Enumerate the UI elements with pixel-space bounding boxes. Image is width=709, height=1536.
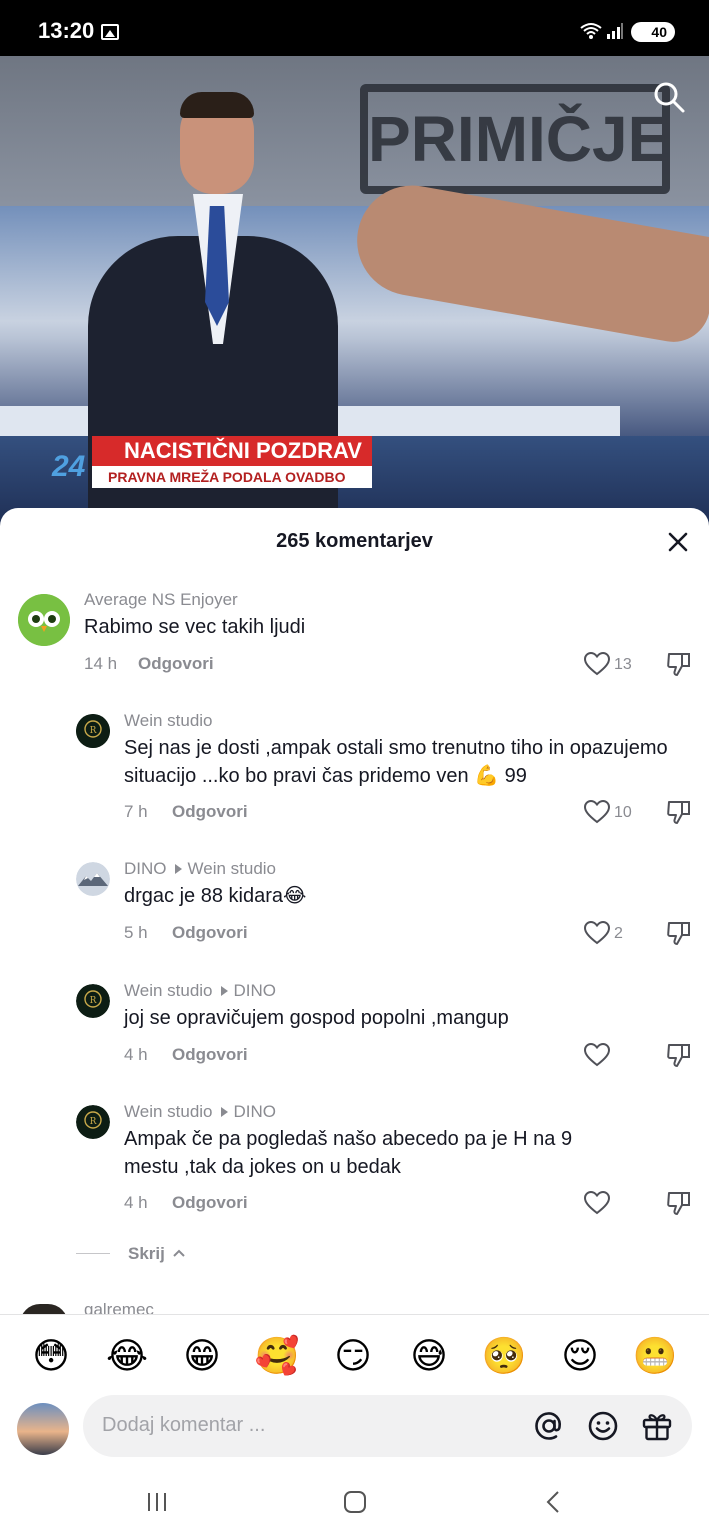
- signal-icon: [607, 23, 623, 39]
- emoji-button[interactable]: 😬: [632, 1333, 678, 1379]
- comment-username[interactable]: Average NS Enjoyer: [84, 590, 238, 610]
- heart-icon[interactable]: [584, 921, 610, 945]
- comment-text: Ampak če pa pogledaš našo abecedo pa je …: [124, 1128, 573, 1178]
- status-time: 13:20: [38, 18, 95, 43]
- comment-time: 5 h: [124, 923, 148, 942]
- comment-time: 4 h: [124, 1193, 148, 1212]
- comments-count-title: 265 komentarjev: [276, 530, 433, 552]
- comment-text: joj se opravičujem gospod popolni ,mangu…: [124, 1007, 509, 1029]
- comment-author[interactable]: Wein studio: [124, 1102, 213, 1121]
- comment-time: 14 h: [84, 654, 118, 673]
- dislike-icon[interactable]: [666, 1042, 692, 1068]
- comment-username[interactable]: Wein studio DINO: [124, 981, 276, 1001]
- dislike-icon[interactable]: [666, 799, 692, 825]
- dislike-icon[interactable]: [666, 1190, 692, 1216]
- emoji-button[interactable]: 😁: [179, 1333, 225, 1379]
- recent-apps-icon[interactable]: [143, 1488, 171, 1516]
- hide-replies-divider: [76, 1253, 110, 1254]
- comment-author[interactable]: DINO: [124, 859, 167, 878]
- svg-text:R: R: [90, 726, 97, 736]
- studio-logo: PRIMIČJE: [360, 84, 670, 194]
- svg-text:R: R: [90, 996, 97, 1006]
- avatar[interactable]: [76, 862, 110, 896]
- home-icon[interactable]: [341, 1488, 369, 1516]
- comment-input-placeholder: Dodaj komentar ...: [102, 1414, 266, 1436]
- mention-icon[interactable]: [532, 1409, 566, 1443]
- reply-target[interactable]: DINO: [234, 1102, 277, 1121]
- reply-target[interactable]: Wein studio: [188, 859, 277, 878]
- reply-button[interactable]: Odgovori: [172, 1193, 248, 1213]
- avatar[interactable]: [18, 594, 70, 646]
- emoji-button[interactable]: 😂: [104, 1333, 150, 1379]
- gallery-notification-icon: [101, 24, 119, 40]
- emoji-picker-icon[interactable]: [586, 1409, 620, 1443]
- emoji-button[interactable]: 😏: [330, 1333, 376, 1379]
- comment-text: Sej nas je dosti ,ampak ostali smo trenu…: [124, 737, 668, 787]
- comment-author[interactable]: Wein studio: [124, 981, 213, 1000]
- comment-input[interactable]: Dodaj komentar ...: [83, 1395, 692, 1457]
- reply-button[interactable]: Odgovori: [172, 802, 248, 822]
- news-subheadline: PRAVNA MREŽA PODALA OVADBO: [92, 466, 372, 488]
- video-player[interactable]: PRIMIČJE 24 NACISTIČNI POZDRAV PRAVNA MR…: [0, 56, 709, 526]
- reply-arrow-icon: [220, 1107, 228, 1118]
- close-icon[interactable]: [664, 528, 692, 556]
- search-icon[interactable]: [652, 80, 686, 114]
- reply-button[interactable]: Odgovori: [172, 923, 248, 943]
- emoji-button[interactable]: 🥺: [481, 1333, 527, 1379]
- my-avatar[interactable]: [17, 1403, 69, 1455]
- reply-target[interactable]: DINO: [234, 981, 277, 1000]
- status-bar: 13:20 40: [0, 0, 709, 60]
- heart-icon[interactable]: [584, 800, 610, 824]
- comment-time: 7 h: [124, 802, 148, 821]
- comment-text: Rabimo se vec takih ljudi: [84, 616, 306, 638]
- emoji-button[interactable]: 😳: [28, 1333, 74, 1379]
- comment-username[interactable]: galremec: [84, 1300, 154, 1314]
- reply-button[interactable]: Odgovori: [172, 1045, 248, 1065]
- avatar[interactable]: R: [76, 984, 110, 1018]
- comment-text: drgac je 88 kidara😂: [124, 885, 307, 907]
- comment-username[interactable]: DINO Wein studio: [124, 859, 276, 879]
- reply-arrow-icon: [220, 986, 228, 997]
- system-navigation-bar: [0, 1466, 709, 1536]
- gift-icon[interactable]: [640, 1409, 674, 1443]
- dislike-icon[interactable]: [666, 920, 692, 946]
- heart-icon[interactable]: [584, 652, 610, 676]
- svg-text:R: R: [90, 1117, 97, 1127]
- reply-button[interactable]: Odgovori: [138, 654, 214, 674]
- quick-emoji-bar: 😳 😂 😁 🥰 😏 😅 🥺 😌 😬: [0, 1333, 709, 1381]
- heart-icon[interactable]: [584, 1043, 610, 1067]
- like-count: 10: [614, 804, 632, 821]
- reply-arrow-icon: [174, 864, 182, 875]
- heart-icon[interactable]: [584, 1191, 610, 1215]
- comment-time: 4 h: [124, 1045, 148, 1064]
- emoji-button[interactable]: 🥰: [254, 1333, 300, 1379]
- emoji-button[interactable]: 😌: [557, 1333, 603, 1379]
- comment-username[interactable]: Wein studio DINO: [124, 1102, 276, 1122]
- hide-replies-button[interactable]: Skrij: [128, 1244, 165, 1264]
- chevron-up-icon[interactable]: [172, 1248, 186, 1258]
- back-icon[interactable]: [540, 1488, 568, 1516]
- presenter-hair: [180, 92, 254, 118]
- battery-indicator: 40: [631, 22, 675, 42]
- wifi-icon: [580, 23, 602, 39]
- like-count: 2: [614, 925, 623, 942]
- avatar[interactable]: R: [76, 714, 110, 748]
- avatar[interactable]: R: [76, 1105, 110, 1139]
- dislike-icon[interactable]: [666, 651, 692, 677]
- like-count: 13: [614, 656, 632, 673]
- comment-username[interactable]: Wein studio: [124, 711, 213, 731]
- emoji-button[interactable]: 😅: [406, 1333, 452, 1379]
- news-headline: NACISTIČNI POZDRAV: [92, 436, 372, 466]
